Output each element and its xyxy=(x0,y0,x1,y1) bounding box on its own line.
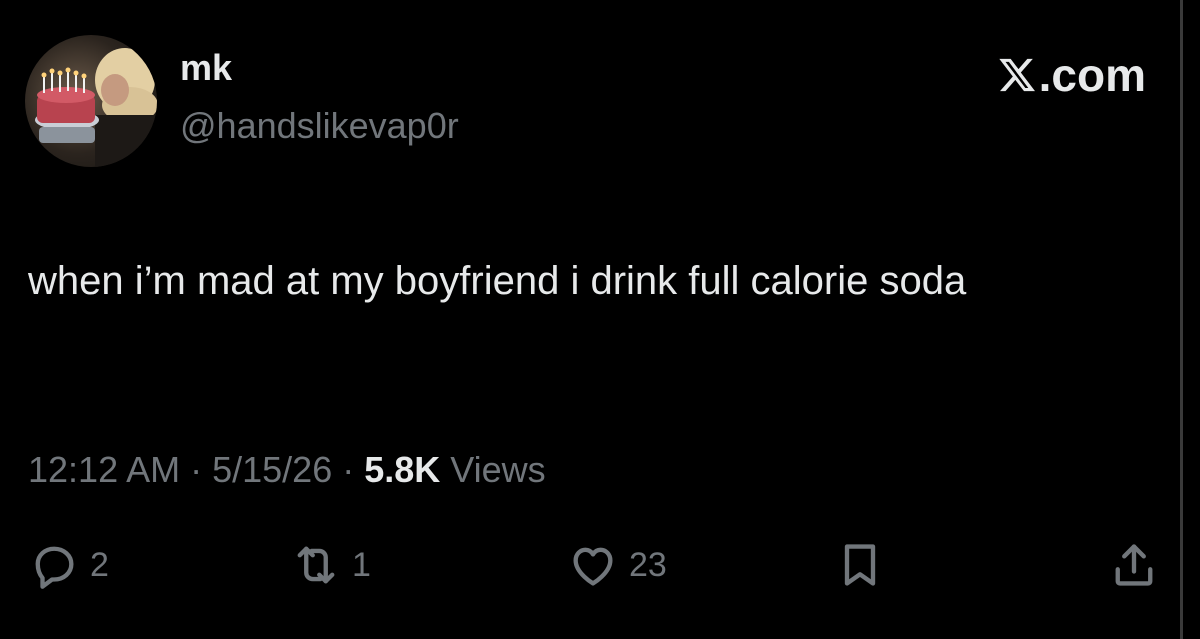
meta-separator: · xyxy=(180,449,213,490)
views-label: Views xyxy=(450,449,546,490)
x-logo-icon xyxy=(998,58,1035,92)
site-mark: .com xyxy=(997,52,1146,98)
display-name[interactable]: mk xyxy=(180,50,232,86)
heart-icon xyxy=(573,547,613,586)
repost-icon xyxy=(297,546,335,584)
views-count: 5.8K xyxy=(364,449,441,490)
reply-count: 2 xyxy=(90,545,109,584)
tweet-metadata: 12:12 AM · 5/15/26 · 5.8K Views xyxy=(28,452,546,488)
site-domain-text: .com xyxy=(1038,49,1146,101)
tweet-time[interactable]: 12:12 AM xyxy=(28,449,180,490)
repost-button[interactable]: 1 xyxy=(290,535,371,595)
reply-icon xyxy=(35,546,74,589)
share-button[interactable] xyxy=(1108,535,1160,595)
avatar[interactable] xyxy=(25,35,157,167)
like-count: 23 xyxy=(629,545,667,584)
share-icon xyxy=(1115,544,1153,586)
like-button[interactable]: 23 xyxy=(567,535,667,595)
repost-count: 1 xyxy=(352,545,371,584)
avatar-image xyxy=(35,48,157,167)
user-handle[interactable]: @handslikevap0r xyxy=(180,108,459,144)
bookmark-icon xyxy=(844,544,876,586)
reply-button[interactable]: 2 xyxy=(28,535,109,595)
meta-separator: · xyxy=(332,449,365,490)
tweet-date[interactable]: 5/15/26 xyxy=(212,449,332,490)
tweet-text: when i’m mad at my boyfriend i drink ful… xyxy=(28,259,967,303)
action-bar: 2 1 23 xyxy=(0,535,1200,595)
bookmark-button[interactable] xyxy=(834,535,886,595)
